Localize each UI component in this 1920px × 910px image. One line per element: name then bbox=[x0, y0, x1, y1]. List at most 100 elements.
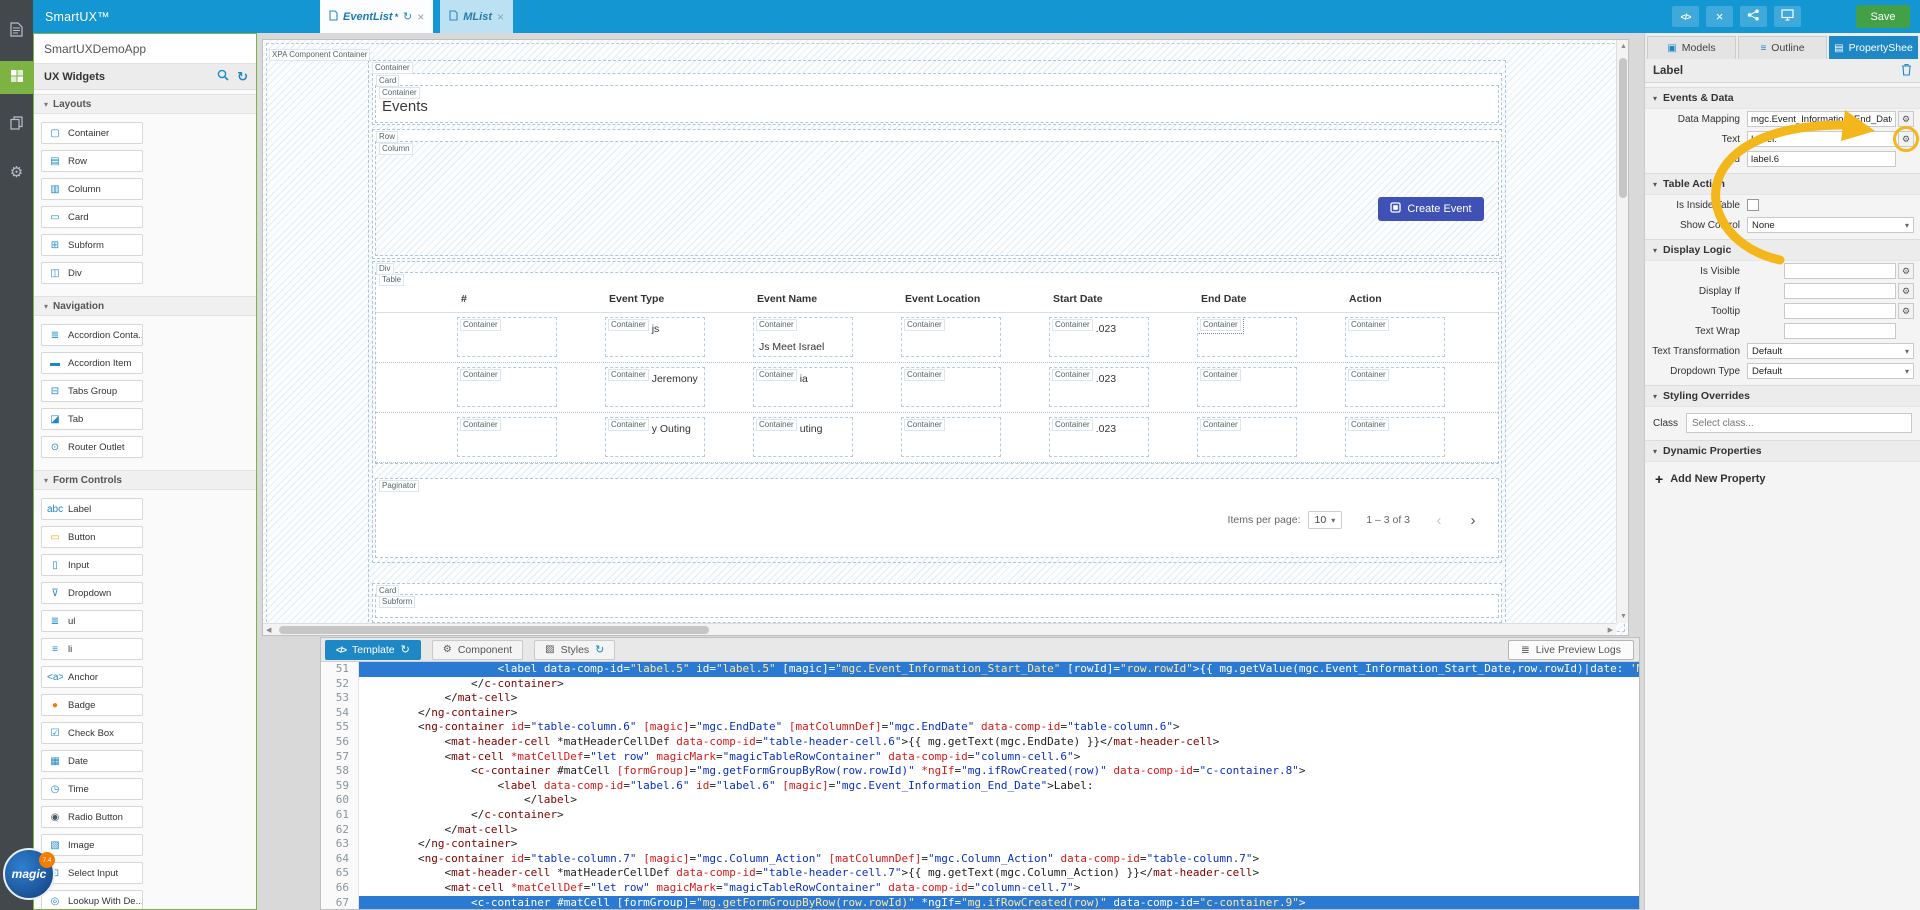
dropdown-type-select[interactable]: Default ▾ bbox=[1747, 363, 1914, 379]
text-input[interactable] bbox=[1747, 131, 1896, 147]
code-line[interactable]: 60 </label> bbox=[321, 793, 1639, 808]
scroll-up-icon[interactable]: ▲ bbox=[1620, 43, 1627, 50]
cell-container[interactable]: Container bbox=[457, 417, 557, 457]
page-size-select[interactable]: 10 ▾ bbox=[1307, 511, 1343, 529]
refresh-icon[interactable]: ↻ bbox=[595, 643, 604, 656]
widget-section-header[interactable]: ▾ Navigation bbox=[34, 296, 256, 316]
design-table-cell[interactable]: Container bbox=[457, 363, 605, 407]
widget-dropdown[interactable]: ⊽ Dropdown bbox=[41, 582, 143, 604]
save-button[interactable]: Save bbox=[1856, 5, 1910, 28]
refresh-icon[interactable]: ↻ bbox=[401, 643, 410, 656]
table-element[interactable]: Table # Event Type Event Name Event Locatio… bbox=[375, 272, 1499, 464]
widget-div[interactable]: ◫ Div bbox=[41, 262, 143, 284]
widget-anchor[interactable]: <a> Anchor bbox=[41, 666, 143, 688]
show-control-select[interactable]: None ▾ bbox=[1747, 217, 1914, 233]
code-line[interactable]: 66 <mat-cell *matCellDef="let row" magic… bbox=[321, 880, 1639, 896]
widget-container[interactable]: ▢ Container bbox=[41, 122, 143, 144]
widget-accordion-conta[interactable]: ≣ Accordion Conta... bbox=[41, 324, 143, 346]
previous-page-button[interactable]: ‹ bbox=[1426, 512, 1452, 529]
display-if-input[interactable] bbox=[1784, 283, 1896, 299]
close-all-button[interactable]: × bbox=[1706, 6, 1733, 27]
design-table-row[interactable]: Container Container Jeremony Container ia Con… bbox=[376, 363, 1498, 413]
id-input[interactable] bbox=[1747, 151, 1896, 167]
tab-styles[interactable]: ▨ Styles ↻ bbox=[534, 639, 616, 660]
rail-ux-widgets-button[interactable] bbox=[0, 61, 33, 94]
widget-accordion-item[interactable]: ▬ Accordion Item bbox=[41, 352, 143, 374]
design-table-cell[interactable]: Container bbox=[1345, 363, 1493, 407]
close-icon[interactable]: × bbox=[497, 10, 504, 24]
magic-logo[interactable]: magic 7.4 bbox=[3, 848, 55, 900]
cell-container[interactable]: Container bbox=[901, 417, 1001, 457]
cell-container[interactable]: Container Jeremony bbox=[605, 367, 705, 407]
design-table-cell[interactable]: Container .023 bbox=[1049, 363, 1197, 407]
cell-container[interactable]: Container bbox=[457, 317, 557, 357]
next-page-button[interactable]: › bbox=[1460, 512, 1486, 529]
cell-container[interactable]: Container uting bbox=[753, 417, 853, 457]
design-table-cell[interactable]: Container bbox=[1345, 313, 1493, 357]
widget-select-input[interactable]: ⊡Select Input bbox=[41, 862, 143, 884]
widget-date[interactable]: ▦ Date bbox=[41, 750, 143, 772]
section-dynamic-properties[interactable]: ▾ Dynamic Properties bbox=[1645, 440, 1920, 462]
code-line[interactable]: 54 </ng-container> bbox=[321, 705, 1639, 721]
cell-container[interactable]: Container bbox=[1197, 317, 1297, 357]
tab-component[interactable]: ⚙ Component bbox=[431, 639, 524, 660]
code-line[interactable]: 64 <ng-container id="table-column.7" [ma… bbox=[321, 851, 1639, 867]
rail-copy-button[interactable] bbox=[0, 108, 33, 141]
scroll-right-icon[interactable]: ▶ bbox=[1608, 626, 1613, 634]
scrollbar-thumb[interactable] bbox=[1619, 58, 1627, 198]
widget-label[interactable]: abc Label bbox=[41, 498, 143, 520]
live-preview-logs-button[interactable]: ≣ Live Preview Logs bbox=[1507, 639, 1634, 660]
widget-row[interactable]: ▤ Row bbox=[41, 150, 143, 172]
cell-container[interactable]: Container ia bbox=[753, 367, 853, 407]
vertical-scrollbar[interactable]: ▲ ▼ bbox=[1616, 40, 1628, 623]
tab-mlist[interactable]: MList × bbox=[440, 0, 514, 33]
refresh-icon[interactable]: ↻ bbox=[237, 69, 248, 85]
subform-element[interactable]: Subform bbox=[375, 594, 1499, 618]
widget-card[interactable]: ▭ Card bbox=[41, 206, 143, 228]
code-line[interactable]: 56 <mat-header-cell *matHeaderCellDef da… bbox=[321, 734, 1639, 750]
widget-section-header[interactable]: ▾ Layouts bbox=[34, 94, 256, 114]
code-line[interactable]: 65 <mat-header-cell *matHeaderCellDef da… bbox=[321, 866, 1639, 881]
design-table-cell[interactable]: Container js bbox=[605, 313, 753, 357]
widget-button[interactable]: ▭ Button bbox=[41, 526, 143, 548]
tooltip-gear-button[interactable]: ⚙ bbox=[1898, 303, 1914, 319]
card-element[interactable]: Card Subform bbox=[372, 583, 1502, 623]
widget-subform[interactable]: ⊞ Subform bbox=[41, 234, 143, 256]
rail-settings-button[interactable]: ⚙ bbox=[0, 155, 33, 188]
scroll-left-icon[interactable]: ◀ bbox=[266, 626, 271, 634]
text-gear-button[interactable]: ⚙ bbox=[1893, 126, 1919, 152]
widget-radio-button[interactable]: ◉ Radio Button bbox=[41, 806, 143, 828]
design-table-cell[interactable]: Container bbox=[1197, 313, 1345, 357]
design-table-cell[interactable]: Container bbox=[457, 413, 605, 457]
cell-container[interactable]: Container bbox=[457, 367, 557, 407]
cell-container[interactable]: Container bbox=[901, 317, 1001, 357]
tab-property-sheet[interactable]: ▤ PropertyShee bbox=[1829, 36, 1918, 59]
design-table-cell[interactable]: Container bbox=[901, 413, 1049, 457]
design-table-cell[interactable]: Container bbox=[457, 313, 605, 357]
design-table-cell[interactable]: Container uting bbox=[753, 413, 901, 457]
design-canvas[interactable]: XPA Component Container Container Card C… bbox=[262, 39, 1629, 636]
delete-control-button[interactable] bbox=[1901, 63, 1912, 79]
section-table-action[interactable]: ▾ Table Action bbox=[1645, 173, 1920, 195]
code-line[interactable]: 57 <mat-cell *matCellDef="let row" magic… bbox=[321, 749, 1639, 765]
design-table-cell[interactable]: Container bbox=[1197, 363, 1345, 407]
widget-check-box[interactable]: ☑ Check Box bbox=[41, 722, 143, 744]
cell-container[interactable]: Container .023 bbox=[1049, 417, 1149, 457]
column-element[interactable]: Column Create Event bbox=[375, 141, 1499, 256]
widget-tab[interactable]: ◪ Tab bbox=[41, 408, 143, 430]
section-events-and-data[interactable]: ▾ Events & Data bbox=[1645, 87, 1920, 109]
widget-section-header[interactable]: ▾ Form Controls bbox=[34, 470, 256, 490]
design-table-cell[interactable]: Container Js Meet Israel bbox=[753, 313, 901, 357]
container-element[interactable]: Container Events bbox=[375, 85, 1499, 123]
cell-container[interactable]: Container bbox=[1345, 417, 1445, 457]
cell-container[interactable]: Container .023 bbox=[1049, 367, 1149, 407]
code-line[interactable]: 63 </ng-container> bbox=[321, 837, 1639, 852]
cell-container[interactable]: Container js bbox=[605, 317, 705, 357]
design-table-cell[interactable]: Container .023 bbox=[1049, 313, 1197, 357]
tab-template[interactable]: </> Template ↻ bbox=[325, 639, 421, 660]
paginator-element[interactable]: Paginator Items per page: 10 ▾ 1 – 3 of … bbox=[375, 478, 1499, 558]
code-line[interactable]: 51 <label data-comp-id="label.5" id="lab… bbox=[321, 662, 1639, 677]
refresh-icon[interactable]: ↻ bbox=[403, 10, 412, 23]
design-table-cell[interactable]: Container y Outing bbox=[605, 413, 753, 457]
widget-image[interactable]: ▧ Image bbox=[41, 834, 143, 856]
